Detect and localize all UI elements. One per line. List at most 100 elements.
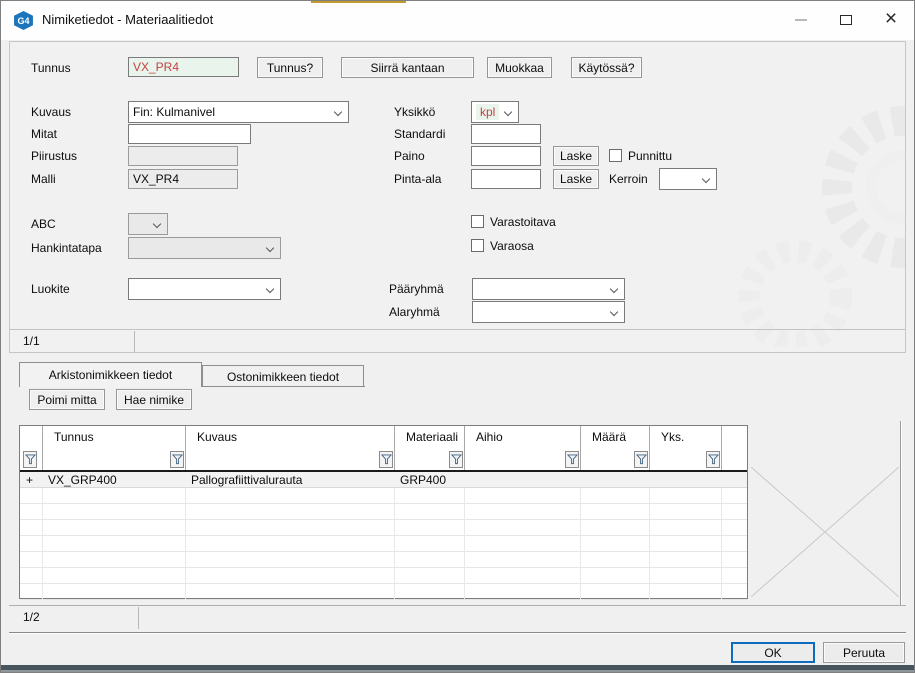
laske-paino-button[interactable]: Laske (553, 146, 599, 166)
abc-combo (128, 213, 168, 235)
column-header-kuvaus[interactable]: Kuvaus (197, 430, 237, 444)
tab-arkistonimikkeen-tiedot[interactable]: Arkistonimikkeen tiedot (19, 362, 202, 387)
cell-kuvaus: Pallografiittivalurauta (191, 473, 303, 487)
column-header-materiaali[interactable]: Materiaali (406, 430, 458, 444)
form-pager: 1/1 (23, 334, 40, 348)
column-header-aihio[interactable]: Aihio (476, 430, 503, 444)
paaryhma-combo[interactable] (472, 278, 625, 300)
chevron-down-icon (333, 107, 343, 117)
yksikko-combo[interactable]: kpl (471, 101, 519, 123)
grid-status-separator (138, 607, 139, 629)
column-separator (721, 426, 722, 470)
tab-label: Ostonimikkeen tiedot (226, 369, 340, 384)
hankintatapa-combo (128, 237, 281, 259)
column-separator (464, 426, 465, 470)
cell-materiaali: GRP400 (400, 473, 447, 487)
chevron-down-icon (701, 174, 711, 184)
varastoitava-checkbox[interactable] (471, 215, 484, 228)
varaosa-label: Varaosa (490, 239, 534, 253)
funnel-icon (171, 454, 183, 465)
gold-accent-bar (311, 1, 406, 3)
row-expand-toggle[interactable]: + (26, 473, 33, 487)
peruuta-button[interactable]: Peruuta (823, 642, 905, 663)
column-separator (42, 426, 43, 470)
column-header-yks[interactable]: Yks. (661, 430, 684, 444)
chevron-down-icon (265, 284, 275, 294)
archive-items-grid: Tunnus Kuvaus Materiaali Aihio Määrä Yks. + VX_… (19, 425, 748, 600)
luokite-label: Luokite (31, 282, 70, 296)
table-row-empty (20, 488, 747, 504)
filter-button[interactable] (565, 451, 579, 468)
table-row-empty (20, 536, 747, 552)
funnel-icon (450, 454, 462, 465)
poimi-mitta-button[interactable]: Poimi mitta (29, 389, 105, 410)
tunnus-question-button[interactable]: Tunnus? (257, 57, 323, 78)
malli-field: VX_PR4 (128, 169, 238, 189)
siirra-kantaan-button[interactable]: Siirrä kantaan (341, 57, 474, 78)
kuvaus-combo[interactable]: Fin: Kulmanivel (128, 101, 349, 123)
funnel-icon (635, 454, 647, 465)
malli-label: Malli (31, 172, 56, 186)
image-placeholder (751, 467, 899, 597)
funnel-icon (566, 454, 578, 465)
kaytossa-button[interactable]: Käytössä? (571, 57, 642, 78)
filter-button[interactable] (449, 451, 463, 468)
minimize-icon (795, 19, 807, 21)
close-button[interactable]: × (869, 1, 913, 39)
nimiketiedot-dialog: G4 Nimiketiedot - Materiaalitiedot × Tun… (0, 0, 915, 673)
filter-button[interactable] (379, 451, 393, 468)
paaryhma-label: Pääryhmä (389, 282, 444, 296)
hae-nimike-button[interactable]: Hae nimike (116, 389, 192, 410)
footer-divider (9, 632, 906, 634)
tunnus-label: Tunnus (31, 61, 71, 75)
punnittu-label: Punnittu (628, 149, 673, 163)
ok-button[interactable]: OK (731, 642, 815, 663)
column-header-maara[interactable]: Määrä (592, 430, 626, 444)
paino-field[interactable] (471, 146, 541, 166)
column-separator (394, 426, 395, 470)
laske-pinta-ala-button[interactable]: Laske (553, 169, 599, 189)
filter-button[interactable] (23, 451, 37, 468)
standardi-field[interactable] (471, 124, 541, 144)
title-bar: G4 Nimiketiedot - Materiaalitiedot × (1, 1, 914, 40)
mitat-label: Mitat (31, 127, 58, 141)
chevron-down-icon (609, 307, 619, 317)
muokkaa-button[interactable]: Muokkaa (487, 57, 552, 78)
yksikko-value: kpl (476, 104, 500, 120)
varaosa-checkbox[interactable] (471, 239, 484, 252)
kerroin-combo[interactable] (659, 168, 717, 190)
pinta-ala-field[interactable] (471, 169, 541, 189)
funnel-icon (24, 454, 36, 465)
table-row-empty (20, 504, 747, 520)
tab-ostonimikkeen-tiedot[interactable]: Ostonimikkeen tiedot (202, 365, 364, 387)
chevron-down-icon (265, 243, 275, 253)
minimize-button[interactable] (779, 1, 823, 39)
chevron-down-icon (609, 284, 619, 294)
paino-label: Paino (394, 149, 425, 163)
column-separator (185, 426, 186, 470)
column-separator (649, 426, 650, 470)
maximize-button[interactable] (824, 1, 868, 39)
table-row[interactable]: + VX_GRP400 Pallografiittivalurauta GRP400 (20, 472, 747, 488)
window-title: Nimiketiedot - Materiaalitiedot (42, 12, 214, 27)
luokite-combo[interactable] (128, 278, 281, 300)
table-row-empty (20, 552, 747, 568)
form-status-separator (134, 331, 135, 352)
yksikko-label: Yksikkö (394, 105, 436, 119)
filter-button[interactable] (634, 451, 648, 468)
varastoitava-label: Varastoitava (490, 215, 556, 229)
tunnus-field[interactable]: VX_PR4 (128, 57, 239, 77)
filter-button[interactable] (170, 451, 184, 468)
close-icon: × (884, 7, 898, 30)
standardi-label: Standardi (394, 127, 446, 141)
punnittu-checkbox[interactable] (609, 149, 622, 162)
pinta-ala-label: Pinta-ala (394, 172, 442, 186)
column-header-tunnus[interactable]: Tunnus (54, 430, 94, 444)
hankintatapa-label: Hankintatapa (31, 241, 102, 255)
table-row-empty (20, 568, 747, 584)
material-form-panel (9, 41, 906, 353)
mitat-field[interactable] (128, 124, 251, 144)
alaryhma-combo[interactable] (472, 301, 625, 323)
filter-button[interactable] (706, 451, 720, 468)
chevron-down-icon (503, 107, 513, 117)
